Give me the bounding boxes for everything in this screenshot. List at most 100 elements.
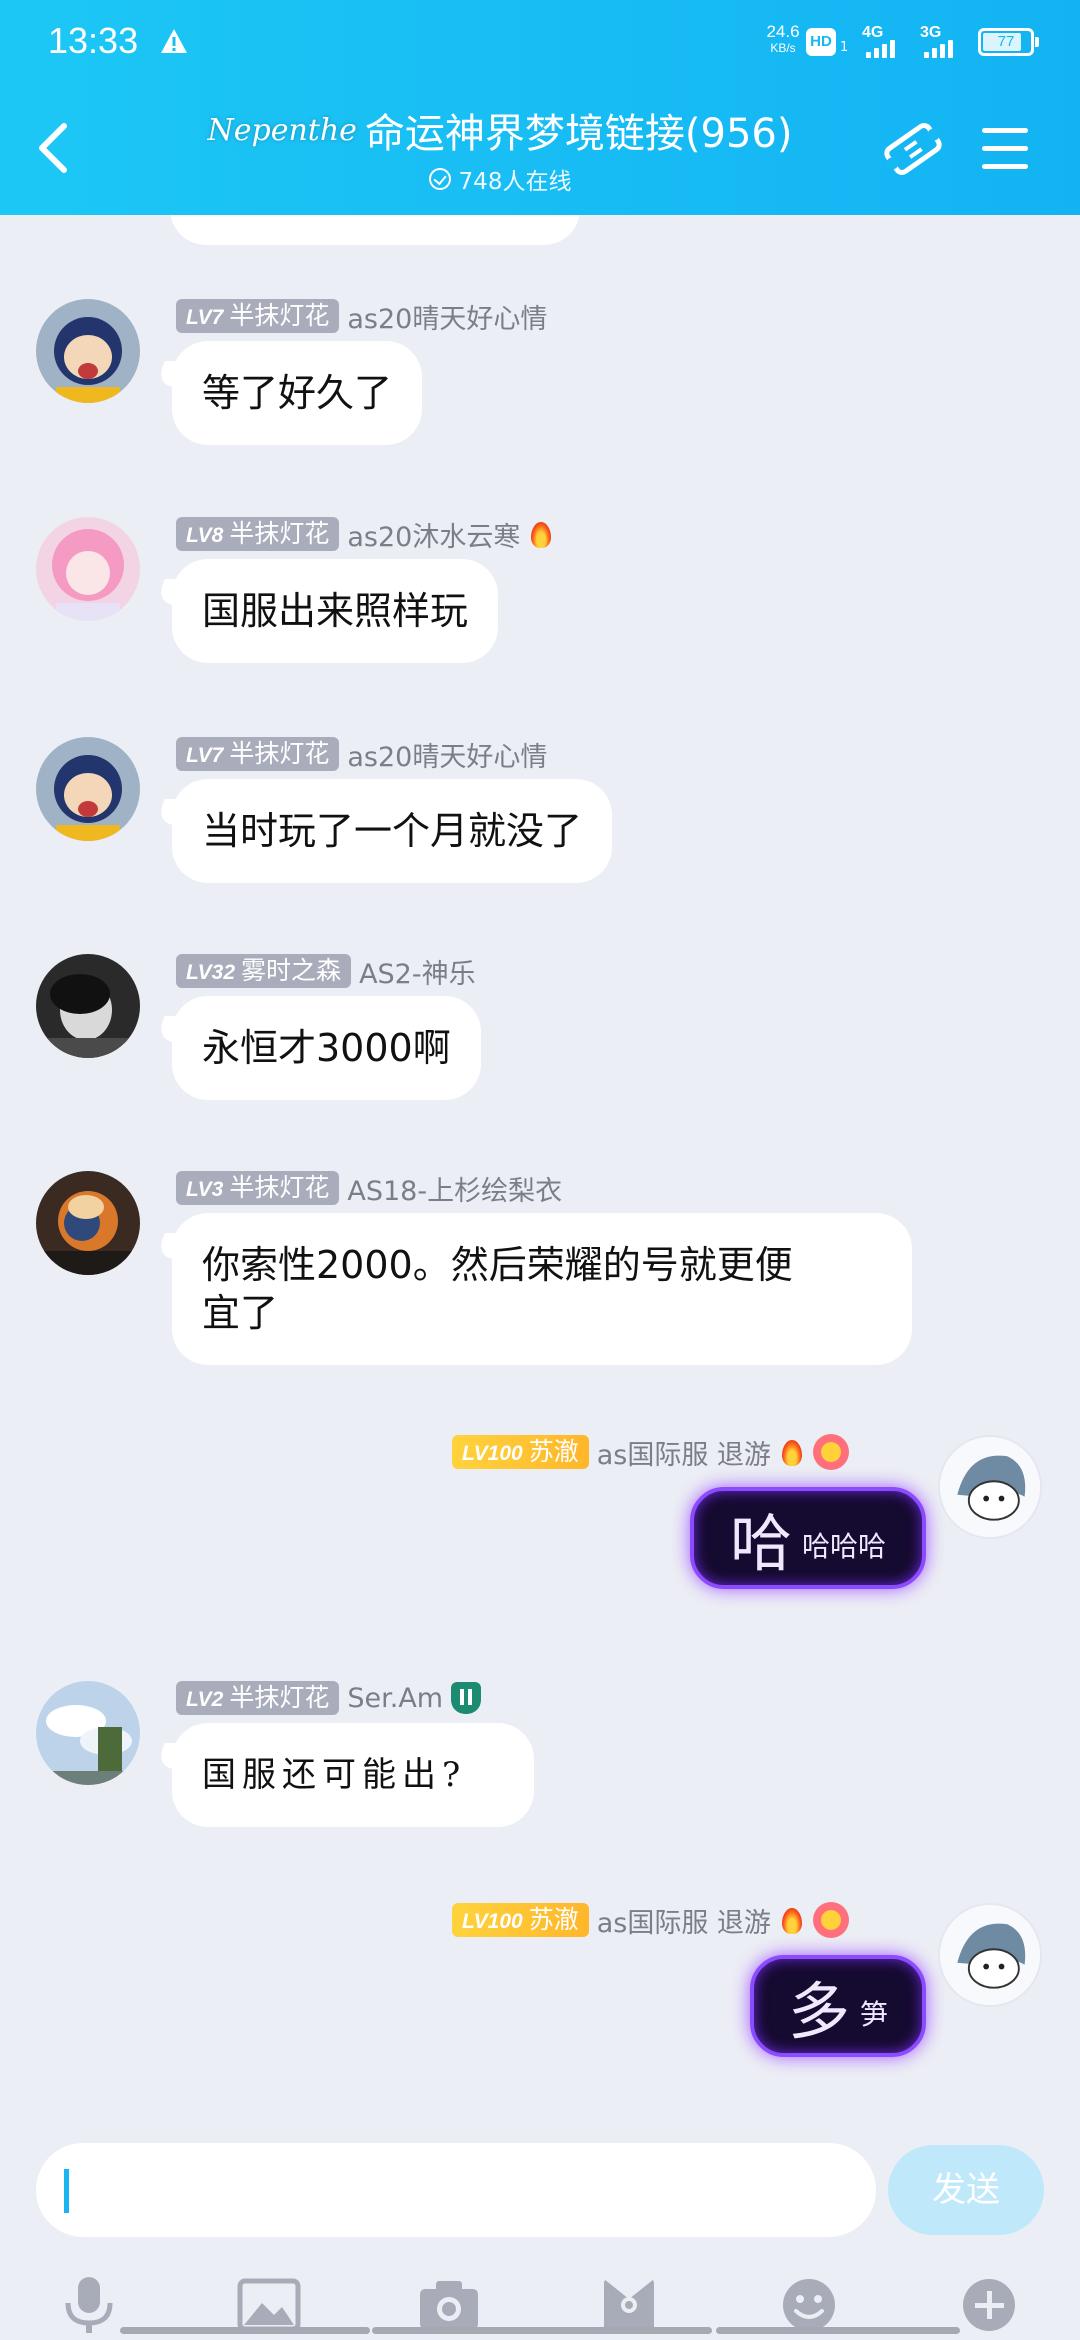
status-bar: 13:33 24.6 KB/s HD 1 4G 3G 77 [0, 0, 1080, 84]
network-speed-value: 24.6 [766, 22, 800, 41]
level-badge: LV32 雾时之森 [176, 954, 352, 988]
battery-icon: 77 [978, 28, 1039, 56]
message-meta: LV2 半抹灯花 Ser.Am [176, 1681, 482, 1715]
message-item: LV7 半抹灯花 as20晴天好心情 当时玩了一个月就没了 [0, 737, 1080, 967]
chat-area[interactable]: LV7 半抹灯花 as20晴天好心情 等了好久了 LV8 半抹灯花 as20沐水云寒… [0, 215, 1080, 2125]
message-text: 永恒才3000啊 [202, 1026, 451, 1070]
sticker-bubble[interactable]: 哈 哈哈哈 [690, 1487, 926, 1589]
message-item: LV7 半抹灯花 as20晴天好心情 等了好久了 [0, 299, 1080, 529]
group-logo: Nepenthe [207, 112, 357, 148]
user-avatar[interactable] [36, 737, 140, 841]
level-badge: LV3 半抹灯花 [176, 1171, 340, 1205]
text-caret [64, 2169, 69, 2213]
input-bar: 发送 [0, 2125, 1080, 2340]
message-bubble[interactable]: 等了好久了 [172, 341, 423, 445]
emoji-icon[interactable] [774, 2275, 844, 2335]
message-item-self: LV100 苏澈 as国际服 退游 多 笋 [0, 1902, 1080, 2103]
message-meta: LV32 雾时之森 AS2-神乐 [176, 954, 476, 990]
message-bubble[interactable]: 你索性2000。然后荣耀的号就更便 宜了 [172, 1213, 912, 1365]
message-text: 宜了 [202, 1291, 279, 1335]
group-title[interactable]: Nepenthe 命运神界梦境链接(956) [180, 100, 820, 160]
fire-icon [528, 518, 554, 550]
user-avatar[interactable] [36, 1681, 140, 1785]
message-input[interactable] [36, 2143, 876, 2237]
sticker-small-text: 笋 [860, 1998, 889, 2031]
online-count-text: 748人在线 [458, 169, 572, 195]
message-bubble[interactable]: 当时玩了一个月就没了 [172, 779, 613, 883]
ticket-icon[interactable] [882, 118, 944, 180]
self-avatar[interactable] [938, 1903, 1042, 2007]
message-text: 等了好久了 [202, 371, 393, 415]
signal-4g-icon: 4G [862, 24, 914, 60]
level-badge: LV7 半抹灯花 [176, 299, 340, 333]
message-bubble[interactable]: 国服出来照样玩 [172, 559, 499, 663]
message-item-self: LV100 苏澈 as国际服 退游 哈 哈哈哈 [0, 1434, 1080, 1635]
message-text: 国服出来照样玩 [202, 589, 469, 633]
sender-name: AS2-神乐 [359, 958, 476, 990]
network-speed: 24.6 KB/s [758, 22, 808, 56]
level-badge-gold: LV100 苏澈 [452, 1435, 589, 1469]
sender-name: AS18-上杉绘梨衣 [347, 1175, 563, 1207]
sender-name: as20沐水云寒 [347, 521, 521, 553]
scroll-indicator [120, 2327, 370, 2334]
gift-icon[interactable] [594, 2275, 664, 2335]
self-avatar[interactable] [938, 1435, 1042, 1539]
back-icon[interactable] [30, 118, 80, 178]
message-item: LV8 半抹灯花 as20沐水云寒 国服出来照样玩 [0, 517, 1080, 747]
user-avatar[interactable] [36, 954, 140, 1058]
camera-icon[interactable] [414, 2275, 484, 2335]
sender-name: as国际服 退游 [596, 1907, 771, 1939]
level-badge: LV2 半抹灯花 [176, 1681, 340, 1715]
message-meta: LV3 半抹灯花 AS18-上杉绘梨衣 [176, 1171, 563, 1207]
level-badge: LV8 半抹灯花 [176, 517, 340, 551]
network-speed-unit: KB/s [770, 41, 796, 55]
message-meta: LV8 半抹灯花 as20沐水云寒 [176, 517, 554, 553]
sticker-small-text: 哈哈哈 [802, 1530, 887, 1563]
fire-icon [779, 1436, 805, 1468]
sticker-big-char: 多 [787, 1975, 850, 2048]
image-icon[interactable] [234, 2275, 304, 2335]
signal-3g-icon: 3G [920, 24, 972, 60]
message-meta: LV100 苏澈 as国际服 退游 [452, 1902, 849, 1939]
message-bubble[interactable]: 国服还可能出? [172, 1723, 534, 1827]
user-avatar[interactable] [36, 517, 140, 621]
scroll-indicator [716, 2327, 960, 2334]
sim-index: 1 [840, 40, 849, 55]
menu-icon[interactable] [982, 128, 1028, 170]
user-avatar[interactable] [36, 299, 140, 403]
message-item: LV2 半抹灯花 Ser.Am 国服还可能出? [0, 1681, 1080, 1911]
user-avatar[interactable] [36, 1171, 140, 1275]
warning-icon [161, 29, 187, 53]
message-meta: LV100 苏澈 as国际服 退游 [452, 1434, 849, 1471]
plus-icon[interactable] [954, 2275, 1024, 2335]
message-item: LV32 雾时之森 AS2-神乐 永恒才3000啊 [0, 954, 1080, 1184]
level-badge: LV7 半抹灯花 [176, 737, 340, 771]
message-meta: LV7 半抹灯花 as20晴天好心情 [176, 737, 548, 773]
level-badge-gold: LV100 苏澈 [452, 1903, 589, 1937]
message-bubble-partial [170, 215, 580, 245]
message-bubble[interactable]: 永恒才3000啊 [172, 996, 481, 1100]
mic-icon[interactable] [54, 2275, 124, 2335]
message-meta: LV7 半抹灯花 as20晴天好心情 [176, 299, 548, 335]
sender-name: Ser.Am [347, 1682, 444, 1714]
send-button[interactable]: 发送 [888, 2145, 1044, 2235]
message-text: 当时玩了一个月就没了 [202, 809, 583, 853]
sender-name: as国际服 退游 [596, 1439, 771, 1471]
message-item: LV3 半抹灯花 AS18-上杉绘梨衣 你索性2000。然后荣耀的号就更便 宜了 [0, 1171, 1080, 1451]
group-name: 命运神界梦境链接(956) [364, 111, 793, 157]
message-text: 国服还可能出? [202, 1755, 467, 1795]
flower-icon [812, 1902, 849, 1938]
online-count: 748人在线 [180, 162, 820, 196]
sticker-bubble[interactable]: 多 笋 [750, 1955, 926, 2057]
sender-name: as20晴天好心情 [347, 741, 548, 773]
flower-icon [812, 1434, 849, 1470]
sticker-big-char: 哈 [729, 1507, 792, 1580]
message-text: 你索性2000。然后荣耀的号就更便 [202, 1243, 793, 1287]
fire-icon [779, 1904, 805, 1936]
status-time: 13:33 [48, 20, 139, 61]
battery-level: 77 [997, 33, 1015, 50]
shield-icon [451, 1682, 482, 1714]
online-check-icon [428, 168, 451, 190]
sender-name: as20晴天好心情 [347, 303, 548, 335]
top-header: 13:33 24.6 KB/s HD 1 4G 3G 77 Nepenthe 命… [0, 0, 1080, 215]
